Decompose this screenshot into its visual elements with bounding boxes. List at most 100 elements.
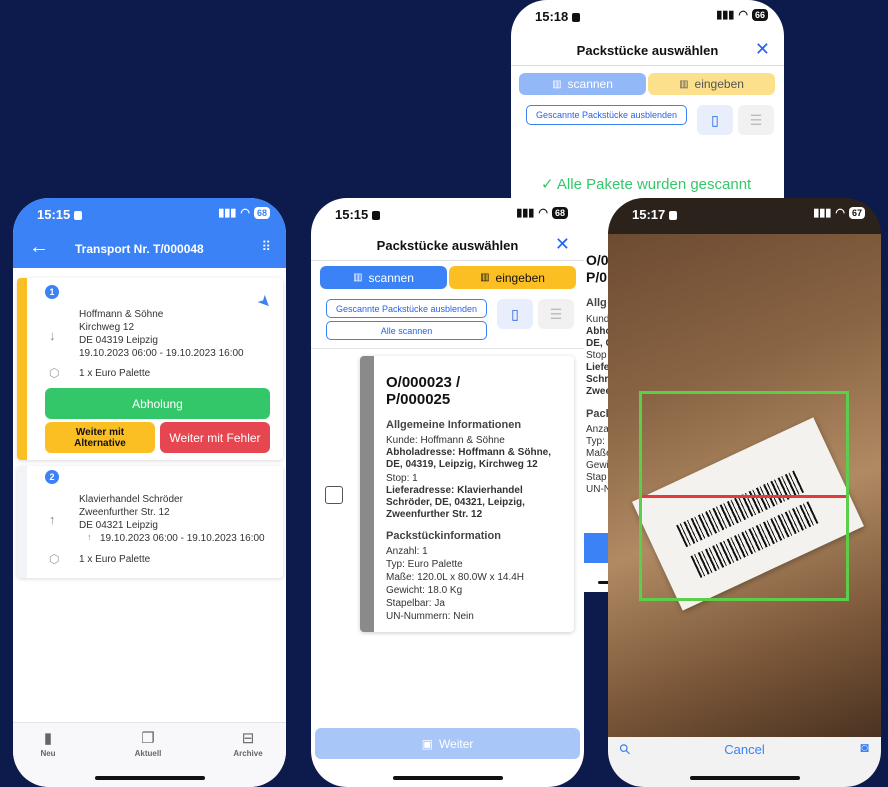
package-id: O/000023 / P/000025	[386, 374, 461, 408]
stop: Stop: 1	[386, 473, 418, 484]
phone-transport: 15:15 ▮▮▮ ◠ 68 ← Transport Nr. T/000048 ⠿ …	[13, 198, 286, 787]
stop-street: Kirchweg 12	[79, 322, 135, 333]
delivery-address: Lieferadresse: Klavierhandel Schröder, D…	[386, 485, 525, 520]
arrow-down-icon: ↓	[49, 328, 56, 343]
keyboard-icon: ▥	[679, 78, 689, 90]
tab-enter[interactable]: ▥ eingeben	[648, 73, 775, 95]
battery-icon: 68	[551, 206, 568, 219]
status-time: 15:15	[37, 207, 82, 222]
nav-current[interactable]: ❐ Aktuell	[128, 729, 168, 758]
camera-icon[interactable]: ◙	[861, 739, 869, 755]
close-button[interactable]: ✕	[555, 234, 570, 255]
battery-icon: 67	[848, 206, 865, 219]
general-info-heading: Allgemeine Informationen	[386, 419, 522, 431]
status-time: 15:17	[632, 207, 677, 222]
stop-card[interactable]: 2 ↑ Klavierhandel Schröder Zweenfurther …	[17, 466, 283, 578]
nav-archive-label: Archive	[233, 749, 263, 758]
package-info-heading: Packstückinformation	[386, 530, 501, 542]
stop-name: Klavierhandel Schröder	[79, 494, 183, 505]
battery-icon: 68	[253, 206, 270, 219]
package-icon: ⬡	[49, 366, 60, 380]
page-title: Packstücke auswählen	[576, 43, 719, 58]
stop-time-window: 19.10.2023 06:00 - 19.10.2023 16:00	[100, 533, 265, 544]
page-title: Transport Nr. T/000048	[75, 242, 204, 256]
peek-line: Stap	[586, 472, 607, 483]
peek-line: Gewi	[586, 460, 609, 471]
peek-id-2: P/0	[586, 269, 608, 285]
nav-current-label: Aktuell	[134, 749, 162, 758]
package-card[interactable]: O/000023 / P/000025 Allgemeine Informati…	[360, 356, 574, 632]
phone-select-packages: 15:15 ▮▮▮ ◠ 68 Packstücke auswählen ✕ ▥ sca…	[311, 198, 584, 787]
tab-scan-label: scannen	[368, 270, 414, 285]
hide-scanned-button[interactable]: Gescannte Packstücke ausblenden	[526, 105, 687, 125]
peek-general: Allg	[586, 297, 607, 309]
peek-line: Typ:	[586, 436, 605, 447]
close-button[interactable]: ✕	[755, 39, 770, 60]
peek-line: Kund	[586, 314, 610, 325]
peek-id-1: O/0	[586, 252, 609, 268]
nav-new-label: Neu	[40, 749, 56, 758]
continue-error-button[interactable]: Weiter mit Fehler	[160, 422, 270, 453]
stop-card[interactable]: 1 ➤ ↓ Hoffmann & Söhne Kirchweg 12 DE 04…	[17, 278, 283, 460]
home-indicator	[392, 776, 503, 780]
battery-icon: 66	[751, 8, 768, 21]
tab-scan[interactable]: ▥ scannen	[519, 73, 646, 95]
next-button[interactable]: ▣ Weiter	[315, 728, 580, 759]
status-bar: 15:18 ▮▮▮ ◠ 66	[511, 0, 784, 32]
page-title: Packstücke auswählen	[376, 238, 519, 253]
nav-archive[interactable]: ⊟ Archive	[228, 729, 268, 758]
scan-line	[642, 495, 846, 498]
package-icon: ⬡	[49, 552, 60, 566]
home-indicator	[689, 776, 800, 780]
documents-icon: ❐	[141, 730, 155, 747]
wifi-icon: ◠	[240, 207, 250, 219]
un-numbers: UN-Nummern: Nein	[386, 611, 474, 622]
navigate-icon[interactable]: ➤	[252, 290, 276, 314]
save-icon: ▣	[421, 736, 433, 751]
next-button-label: Weiter	[438, 736, 474, 751]
type: Typ: Euro Palette	[386, 559, 463, 570]
signal-icon: ▮▮▮	[716, 9, 735, 21]
document-icon[interactable]: ▯	[697, 105, 733, 135]
back-arrow-icon[interactable]: ←	[29, 236, 49, 259]
check-icon: ✓	[541, 176, 554, 193]
tab-scan-label: scannen	[567, 77, 613, 91]
tab-enter-label: eingeben	[495, 270, 545, 285]
peek-line: Stop	[586, 350, 607, 361]
signal-icon: ▮▮▮	[516, 207, 535, 219]
select-checkbox[interactable]	[325, 486, 343, 504]
tab-enter-label: eingeben	[694, 77, 744, 91]
stop-cargo: 1 x Euro Palette	[79, 368, 151, 379]
phone-camera-scanner: 15:17 ▮▮▮ ◠ 67 ⚲ Cancel ◙	[608, 198, 881, 787]
status-icons: ▮▮▮ ◠ 68	[516, 206, 568, 219]
list-icon[interactable]: ☰	[538, 299, 574, 329]
continue-alternative-button[interactable]: Weiter mit Alternative	[45, 422, 155, 453]
pickup-button[interactable]: Abholung	[45, 388, 270, 419]
stop-cargo: 1 x Euro Palette	[79, 554, 151, 565]
signal-icon: ▮▮▮	[218, 207, 237, 219]
peek-line: Anza	[586, 424, 609, 435]
nav-new[interactable]: ▮ Neu	[31, 729, 65, 758]
status-time: 15:15	[335, 207, 380, 222]
arrow-up-icon: ↑	[49, 512, 56, 527]
wifi-icon: ◠	[835, 207, 845, 219]
hide-scanned-button[interactable]: Gescannte Packstücke ausblenden	[326, 299, 487, 318]
tab-enter[interactable]: ▥ eingeben	[449, 266, 576, 289]
status-bar: 15:17 ▮▮▮ ◠ 67	[608, 198, 881, 230]
status-bar: 15:15 ▮▮▮ ◠ 68	[13, 198, 286, 230]
tab-scan[interactable]: ▥ scannen	[320, 266, 447, 289]
scan-all-button[interactable]: Alle scannen	[326, 321, 487, 340]
peek-line: Schr	[586, 374, 609, 385]
home-indicator	[94, 776, 205, 780]
grid-icon[interactable]: ⠿	[261, 239, 270, 255]
status-icons: ▮▮▮ ◠ 66	[716, 8, 768, 21]
stop-time-window: 19.10.2023 06:00 - 19.10.2023 16:00	[79, 348, 244, 359]
stop-number-badge: 2	[45, 470, 59, 484]
status-icons: ▮▮▮ ◠ 68	[218, 206, 270, 219]
list-icon[interactable]: ☰	[738, 105, 774, 135]
wifi-icon: ◠	[538, 207, 548, 219]
stop-city: DE 04319 Leipzig	[79, 335, 158, 346]
document-icon: ▮	[43, 730, 53, 747]
document-icon[interactable]: ▯	[497, 299, 533, 329]
cancel-button[interactable]: Cancel	[608, 742, 881, 757]
